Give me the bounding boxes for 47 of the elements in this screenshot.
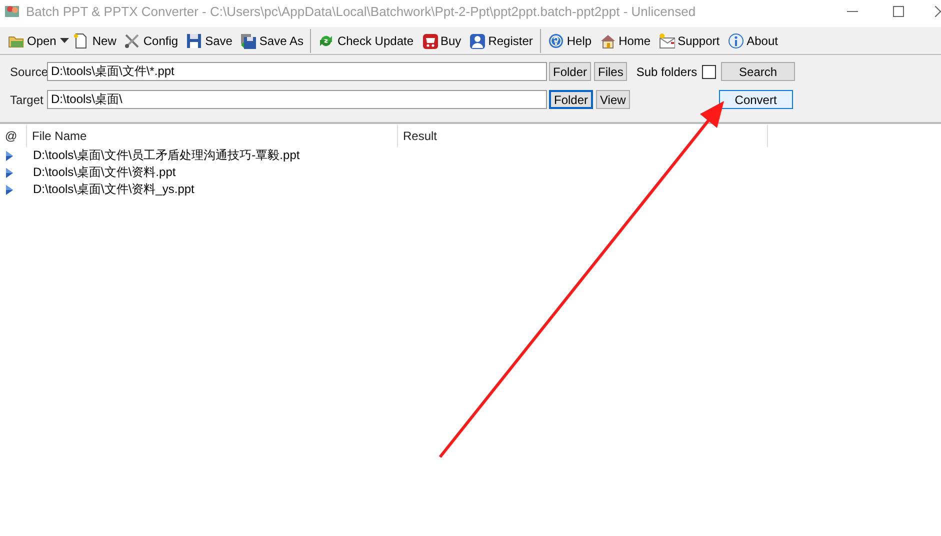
expand-icon[interactable] — [6, 168, 14, 178]
document-icon — [73, 32, 90, 48]
table-cell: D:\tools\桌面\文件\资料.ppt — [33, 164, 176, 181]
checkbox-label: Sub folders — [636, 64, 698, 78]
tools-icon — [124, 32, 140, 48]
browse-button[interactable]: Files — [594, 62, 628, 81]
caret-icon[interactable] — [60, 38, 70, 43]
expand-icon[interactable] — [6, 150, 14, 160]
close-icon[interactable] — [935, 6, 941, 16]
convert-button[interactable]: Convert — [718, 90, 793, 109]
toolbar-button[interactable]: Support — [654, 28, 724, 52]
column-header[interactable]: File Name — [27, 125, 398, 147]
envelope-icon — [658, 32, 675, 48]
column-header[interactable]: @ — [0, 125, 27, 147]
toolbar-button[interactable]: New — [69, 28, 120, 52]
window-title: Batch PPT & PPTX Converter - C:\Users\pc\AppData\Local\Batchwork\Ppt-2-Ppt\ppt2ppt.batch-ppt2ppt - Unlicensed — [26, 4, 697, 18]
toolbar-button[interactable]: Save — [182, 28, 236, 52]
table-cell: D:\tools\桌面\文件\资料_ys.ppt — [33, 181, 194, 198]
info-icon — [728, 32, 744, 48]
floppy-icon — [186, 32, 202, 48]
browse-button[interactable]: View — [596, 90, 630, 109]
search-button[interactable]: Search — [721, 62, 796, 81]
toolbar-button[interactable]: Open — [4, 28, 60, 52]
cart-icon — [422, 32, 438, 48]
maximize-icon[interactable] — [892, 6, 904, 16]
browse-button[interactable]: Folder — [549, 90, 594, 109]
table-cell: D:\tools\桌面\文件\员工矛盾处理沟通技巧-覃毅.ppt — [33, 147, 300, 164]
field-label: Target — [10, 92, 44, 106]
floppy-icon — [240, 32, 256, 48]
path-field[interactable]: D:\tools\桌面\文件\*.ppt — [47, 62, 547, 81]
toolbar-button[interactable]: Buy — [418, 28, 466, 52]
help-icon — [548, 32, 564, 48]
browse-button[interactable]: Folder — [549, 62, 592, 81]
field-label: Source — [10, 64, 46, 78]
toolbar-button[interactable]: Register — [465, 28, 537, 52]
user-icon — [469, 32, 486, 48]
expand-icon[interactable] — [6, 184, 14, 194]
toolbar-button[interactable]: Home — [596, 28, 655, 52]
toolbar-button[interactable]: About — [724, 28, 782, 52]
house-icon — [600, 32, 616, 48]
checkbox[interactable] — [702, 64, 716, 78]
toolbar-button[interactable]: Config — [120, 28, 182, 52]
path-field[interactable]: D:\tools\桌面\ — [47, 90, 547, 109]
toolbar-button[interactable]: Check Update — [314, 28, 418, 52]
toolbar-button[interactable]: Save As — [236, 28, 308, 52]
toolbar-button[interactable]: Help — [544, 28, 596, 52]
app-icon — [4, 3, 20, 19]
